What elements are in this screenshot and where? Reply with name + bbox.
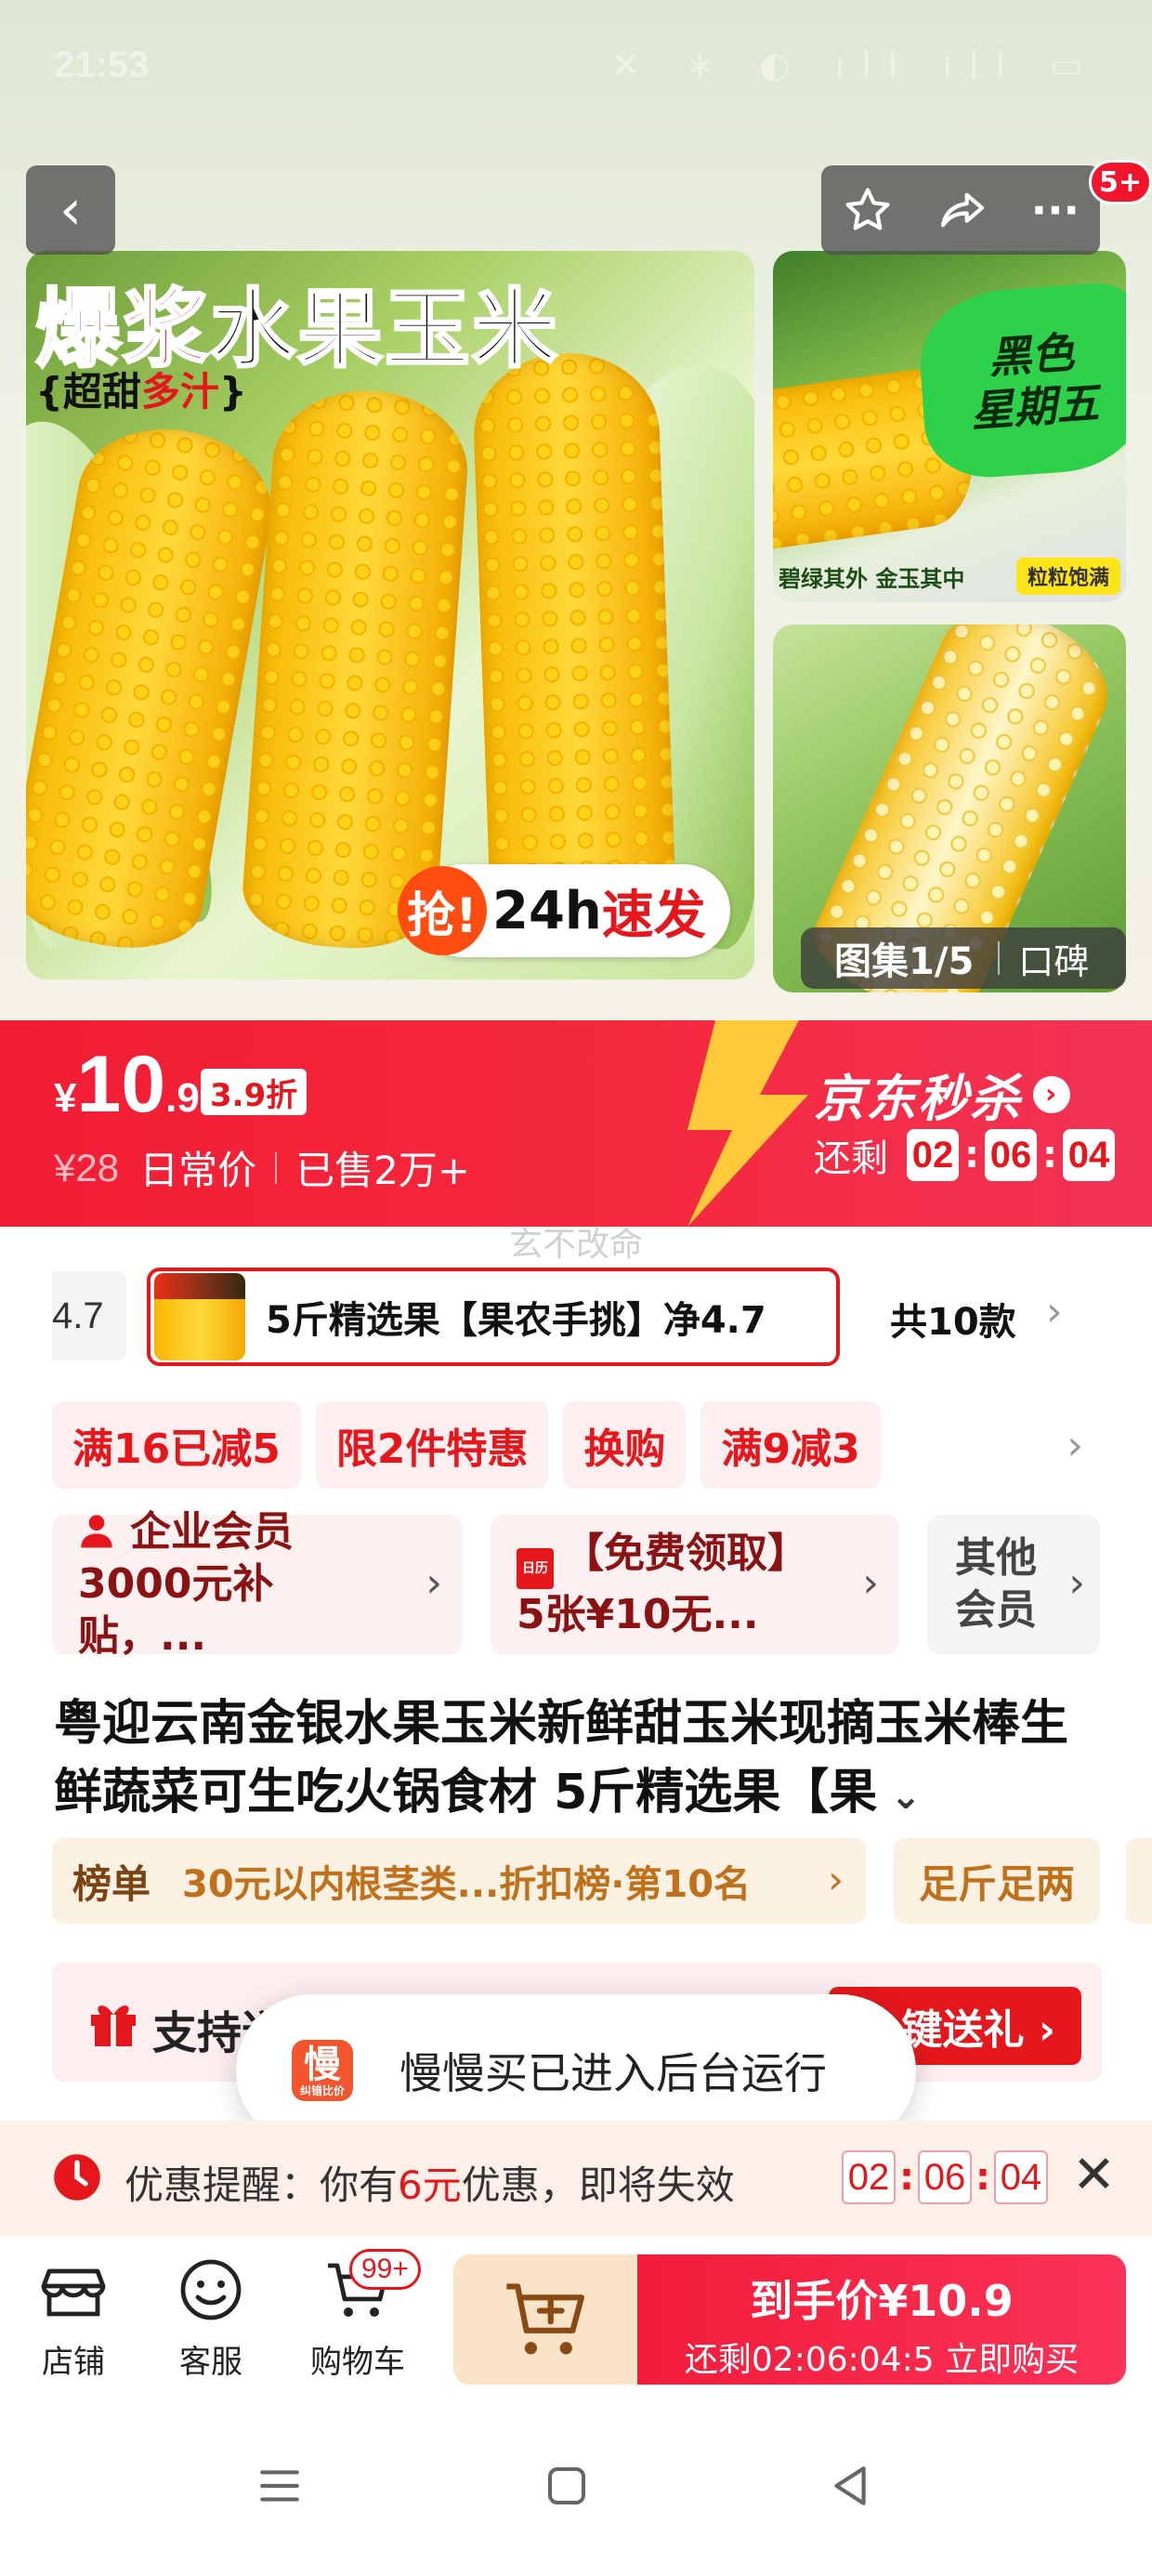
reminder-countdown: 02: 06: 04 <box>842 2150 1048 2204</box>
person-icon <box>81 1515 112 1548</box>
chevron-right-icon[interactable]: › <box>1046 1288 1063 1335</box>
main-product-image[interactable]: 爆浆水果玉米 {超甜多汁} 抢! 24h 速发 <box>26 251 754 979</box>
sold-count: 已售2万+ <box>295 1148 471 1193</box>
chat-face-icon <box>180 2259 242 2320</box>
status-bar: 21:53 ✕ ∗ ◐ ıll ıll ▭ <box>0 0 1152 139</box>
grab-flame-icon: 抢! <box>398 866 487 955</box>
corn-cob-image <box>471 349 677 942</box>
thumbnail-tag: 粒粒饱满 <box>1015 558 1120 595</box>
cart-count-badge: 99+ <box>349 2249 421 2290</box>
buy-now-button[interactable]: 到手价¥10.9 还剩02:06:04:5 立即购买 <box>637 2254 1126 2385</box>
gallery-counter[interactable]: 图集1/5 口碑 <box>801 927 1126 989</box>
promo-tag[interactable]: 满16已减5 <box>52 1401 301 1489</box>
clock-icon <box>54 2154 100 2201</box>
calendar-coupon-icon: 日历 <box>517 1548 554 1589</box>
reminder-text: 优惠提醒：你有6元优惠，即将失效 <box>124 2162 735 2208</box>
lightning-icon <box>687 1020 808 1227</box>
watermark-text: 玄不改命 <box>508 1226 643 1264</box>
bottom-action-bar: 店铺 客服 购物车 99+ 到手价¥10.9 还剩02:06:04:5 立即购买 <box>0 2236 1152 2403</box>
reviews-tab[interactable]: 口碑 <box>1018 933 1089 984</box>
back-button[interactable]: ‹ <box>26 165 115 255</box>
fast-shipping-sticker: 抢! 24h 速发 <box>398 864 730 957</box>
share-icon[interactable] <box>935 184 990 236</box>
chevron-right-icon: › <box>1033 1075 1070 1113</box>
ranking-row[interactable]: 榜单 30元以内根茎类...折扣榜·第10名 › <box>52 1838 866 1924</box>
variant-thumbnail <box>154 1273 245 1360</box>
coupon-card[interactable]: 日历 【免费领取】5张¥10无... › <box>491 1515 899 1654</box>
variant-option-prev[interactable]: 4.7 <box>52 1271 126 1360</box>
back-nav-icon[interactable] <box>827 2463 873 2509</box>
price-details: ¥28 日常价 已售2万+ <box>54 1139 470 1196</box>
discount-badge: 3.9折 <box>201 1069 308 1115</box>
chevron-down-icon: ⌄ <box>877 1775 922 1818</box>
black-friday-badge: 黑色 星期五 <box>915 280 1126 482</box>
gift-icon <box>91 2005 136 2046</box>
product-gallery: 21:53 ✕ ∗ ◐ ıll ıll ▭ 爆浆水果玉米 {超甜多汁} 抢! 2… <box>0 0 1152 1022</box>
promo-tag[interactable]: 换购 <box>563 1401 687 1489</box>
product-title[interactable]: 粤迎云南金银水果玉米新鲜甜玉米现摘玉米棒生鲜蔬菜可生吃火锅食材 5斤精选果【果 … <box>54 1689 1104 1831</box>
flash-countdown: 还剩 02: 06: 04 <box>814 1128 1115 1182</box>
message-badge: 5+ <box>1089 160 1152 204</box>
chevron-right-icon: › <box>425 1559 442 1607</box>
more-options-button[interactable]: ··· <box>1031 185 1080 235</box>
star-icon[interactable] <box>842 184 894 236</box>
chevron-right-icon: › <box>1068 1559 1085 1607</box>
more-tags-edge <box>1126 1838 1152 1924</box>
gallery-thumbnail-1[interactable]: 黑色 星期五 碧绿其外 金玉其中 粒粒饱满 <box>773 251 1126 602</box>
menu-icon[interactable] <box>256 2463 303 2509</box>
system-navigation-bar <box>0 2403 1152 2576</box>
variant-option-selected[interactable]: 5斤精选果【果农手挑】净4.7 <box>147 1268 840 1366</box>
promo-tag[interactable]: 限2件特惠 <box>315 1401 549 1489</box>
store-icon <box>41 2268 106 2317</box>
other-members-card[interactable]: 其他会员 › <box>927 1515 1100 1654</box>
promo-tags: 满16已减5 限2件特惠 换购 满9减3 › <box>52 1401 1102 1489</box>
promo-tag[interactable]: 满9减3 <box>700 1401 881 1489</box>
variant-total-count[interactable]: 共10款 <box>890 1292 1016 1346</box>
thumbnail-caption: 碧绿其外 金玉其中 <box>779 566 965 592</box>
variant-selector: 4.7 5斤精选果【果农手挑】净4.7 共10款 › <box>52 1264 1102 1366</box>
top-actions: ··· <box>821 165 1100 255</box>
current-price: ¥10.9 <box>54 1040 200 1129</box>
add-to-cart-button[interactable] <box>453 2254 639 2385</box>
jd-flash-sale-link[interactable]: 京东秒杀 › <box>814 1058 1070 1131</box>
close-icon[interactable]: ✕ <box>1072 2145 1116 2205</box>
cart-button[interactable]: 购物车 99+ <box>307 2249 421 2382</box>
original-price: ¥28 <box>54 1145 120 1189</box>
home-icon[interactable] <box>544 2463 589 2509</box>
add-cart-icon <box>506 2283 584 2355</box>
status-time: 21:53 <box>54 45 150 85</box>
chevron-right-icon: › <box>862 1559 879 1607</box>
manmanmai-app-icon: 慢纠错比价 <box>292 2040 353 2101</box>
quality-tag[interactable]: 足斤足两 <box>894 1838 1100 1924</box>
enterprise-member-card[interactable]: 企业会员3000元补贴，... › <box>52 1508 463 1660</box>
discount-reminder-bar: 优惠提醒：你有6元优惠，即将失效 02: 06: 04 ✕ <box>0 2121 1152 2236</box>
original-price-label: 日常价 <box>139 1148 257 1193</box>
main-image-subtitle: {超甜多汁} <box>35 369 247 414</box>
store-button[interactable]: 店铺 <box>22 2256 124 2382</box>
customer-service-button[interactable]: 客服 <box>160 2256 262 2382</box>
flash-sale-banner: ¥10.9 3.9折 ¥28 日常价 已售2万+ 京东秒杀 › 还剩 02: 06… <box>0 1020 1152 1227</box>
chevron-right-icon[interactable]: › <box>1067 1422 1083 1469</box>
status-icons: ✕ ∗ ◐ ıll ıll ▭ <box>610 45 1100 85</box>
chevron-right-icon: › <box>828 1857 844 1902</box>
